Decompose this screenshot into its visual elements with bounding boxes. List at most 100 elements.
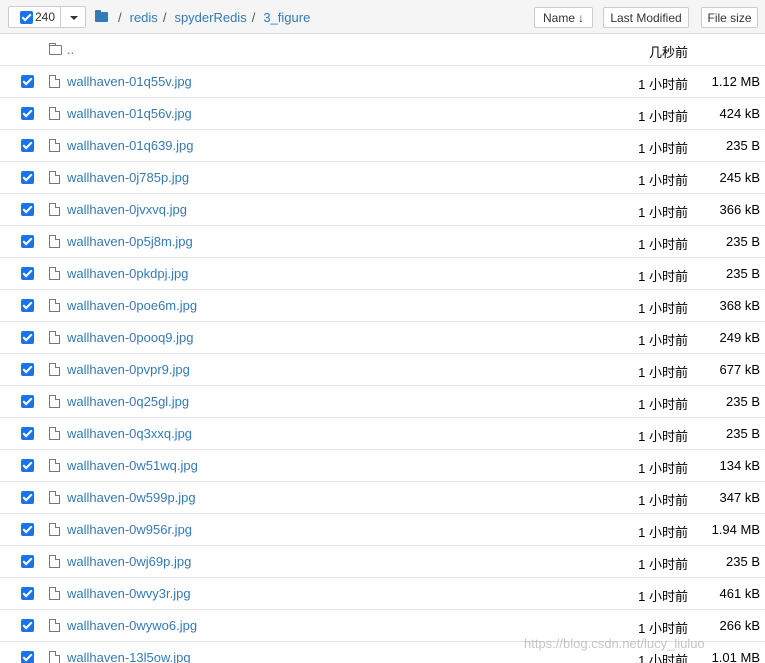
file-name-link[interactable]: wallhaven-0p5j8m.jpg bbox=[67, 234, 193, 249]
breadcrumb-separator: / bbox=[118, 9, 122, 25]
file-size: 235 B bbox=[726, 554, 760, 569]
file-row[interactable]: wallhaven-0j785p.jpg 1 小时前 245 kB bbox=[0, 162, 765, 194]
modified-time: 1 小时前 bbox=[638, 557, 688, 572]
modified-time: 1 小时前 bbox=[638, 141, 688, 156]
file-name-link[interactable]: wallhaven-0pkdpj.jpg bbox=[67, 266, 188, 281]
row-checkbox[interactable] bbox=[21, 139, 34, 152]
file-row[interactable]: wallhaven-0wywo6.jpg 1 小时前 266 kB bbox=[0, 610, 765, 642]
row-checkbox[interactable] bbox=[21, 555, 34, 568]
file-size: 424 kB bbox=[719, 106, 760, 121]
breadcrumb-separator: / bbox=[251, 9, 256, 25]
folder-icon[interactable] bbox=[95, 10, 108, 22]
row-checkbox[interactable] bbox=[21, 587, 34, 600]
row-checkbox[interactable] bbox=[21, 523, 34, 536]
file-icon bbox=[49, 75, 60, 88]
file-icon bbox=[49, 427, 60, 440]
file-row[interactable]: wallhaven-01q56v.jpg 1 小时前 424 kB bbox=[0, 98, 765, 130]
file-row[interactable]: wallhaven-0w51wq.jpg 1 小时前 134 kB bbox=[0, 450, 765, 482]
file-size: 347 kB bbox=[719, 490, 760, 505]
sort-by-name-button[interactable]: Name ↓ bbox=[534, 7, 593, 28]
file-name-link[interactable]: wallhaven-0pvpr9.jpg bbox=[67, 362, 190, 377]
row-checkbox[interactable] bbox=[21, 75, 34, 88]
file-name-link[interactable]: wallhaven-0pooq9.jpg bbox=[67, 330, 193, 345]
row-checkbox[interactable] bbox=[21, 107, 34, 120]
file-size: 134 kB bbox=[719, 458, 760, 473]
file-row[interactable]: wallhaven-0q25gl.jpg 1 小时前 235 B bbox=[0, 386, 765, 418]
row-checkbox[interactable] bbox=[21, 331, 34, 344]
file-icon bbox=[49, 491, 60, 504]
row-checkbox[interactable] bbox=[21, 427, 34, 440]
file-name-link[interactable]: wallhaven-01q55v.jpg bbox=[67, 74, 192, 89]
row-checkbox[interactable] bbox=[21, 651, 34, 663]
file-row[interactable]: wallhaven-0pvpr9.jpg 1 小时前 677 kB bbox=[0, 354, 765, 386]
file-icon bbox=[49, 587, 60, 600]
modified-time: 1 小时前 bbox=[638, 397, 688, 412]
file-name-link[interactable]: wallhaven-0w599p.jpg bbox=[67, 490, 196, 505]
file-row[interactable]: wallhaven-0wj69p.jpg 1 小时前 235 B bbox=[0, 546, 765, 578]
row-checkbox[interactable] bbox=[21, 363, 34, 376]
select-dropdown-button[interactable] bbox=[61, 6, 86, 28]
file-name-link[interactable]: wallhaven-0jvxvq.jpg bbox=[67, 202, 187, 217]
row-checkbox[interactable] bbox=[21, 267, 34, 280]
updir-row[interactable]: .. 几秒前 bbox=[0, 34, 765, 66]
file-name-link[interactable]: wallhaven-0wvy3r.jpg bbox=[67, 586, 191, 601]
modified-time: 1 小时前 bbox=[638, 621, 688, 636]
file-row[interactable]: wallhaven-01q639.jpg 1 小时前 235 B bbox=[0, 130, 765, 162]
file-row[interactable]: wallhaven-0poe6m.jpg 1 小时前 368 kB bbox=[0, 290, 765, 322]
file-row[interactable]: wallhaven-01q55v.jpg 1 小时前 1.12 MB bbox=[0, 66, 765, 98]
file-size-label: File size bbox=[707, 10, 752, 25]
modified-time: 1 小时前 bbox=[638, 77, 688, 92]
modified-time: 1 小时前 bbox=[638, 301, 688, 316]
row-checkbox[interactable] bbox=[21, 203, 34, 216]
file-row[interactable]: wallhaven-0w956r.jpg 1 小时前 1.94 MB bbox=[0, 514, 765, 546]
file-row[interactable]: wallhaven-0jvxvq.jpg 1 小时前 366 kB bbox=[0, 194, 765, 226]
file-row[interactable]: wallhaven-0wvy3r.jpg 1 小时前 461 kB bbox=[0, 578, 765, 610]
file-name-link[interactable]: wallhaven-13l5ow.jpg bbox=[67, 650, 191, 663]
file-icon bbox=[49, 363, 60, 376]
file-icon bbox=[49, 459, 60, 472]
file-row[interactable]: wallhaven-0pkdpj.jpg 1 小时前 235 B bbox=[0, 258, 765, 290]
sort-by-last-modified-button[interactable]: Last Modified bbox=[603, 7, 689, 28]
file-size: 677 kB bbox=[719, 362, 760, 377]
parent-directory-link[interactable]: .. bbox=[67, 42, 74, 57]
modified-time: 1 小时前 bbox=[638, 525, 688, 540]
file-row[interactable]: wallhaven-0pooq9.jpg 1 小时前 249 kB bbox=[0, 322, 765, 354]
sort-name-label: Name bbox=[542, 10, 575, 25]
modified-time: 1 小时前 bbox=[638, 333, 688, 348]
file-name-link[interactable]: wallhaven-0w51wq.jpg bbox=[67, 458, 198, 473]
row-checkbox[interactable] bbox=[21, 619, 34, 632]
breadcrumb-item-redis[interactable]: redis bbox=[130, 10, 158, 25]
file-list-header: 240 / redis / spyderRedis / 3_figure Nam… bbox=[0, 0, 765, 34]
modified-time: 几秒前 bbox=[648, 45, 688, 60]
selected-count: 240 bbox=[35, 10, 56, 24]
row-checkbox[interactable] bbox=[21, 171, 34, 184]
row-checkbox[interactable] bbox=[21, 459, 34, 472]
breadcrumb-item-3-figure[interactable]: 3_figure bbox=[263, 10, 310, 25]
file-size: 249 kB bbox=[719, 330, 760, 345]
select-all-button[interactable]: 240 bbox=[8, 6, 61, 28]
file-row[interactable]: wallhaven-0w599p.jpg 1 小时前 347 kB bbox=[0, 482, 765, 514]
select-all-checkbox[interactable] bbox=[20, 10, 33, 24]
sort-by-file-size-button[interactable]: File size bbox=[701, 7, 758, 28]
file-name-link[interactable]: wallhaven-01q56v.jpg bbox=[67, 106, 192, 121]
file-row[interactable]: wallhaven-0q3xxq.jpg 1 小时前 235 B bbox=[0, 418, 765, 450]
file-name-link[interactable]: wallhaven-0j785p.jpg bbox=[67, 170, 189, 185]
file-name-link[interactable]: wallhaven-0wywo6.jpg bbox=[67, 618, 197, 633]
file-name-link[interactable]: wallhaven-0poe6m.jpg bbox=[67, 298, 197, 313]
file-name-link[interactable]: wallhaven-0q25gl.jpg bbox=[67, 394, 189, 409]
row-checkbox[interactable] bbox=[21, 299, 34, 312]
file-size: 235 B bbox=[726, 426, 760, 441]
file-name-link[interactable]: wallhaven-0wj69p.jpg bbox=[67, 554, 191, 569]
file-row[interactable]: wallhaven-0p5j8m.jpg 1 小时前 235 B bbox=[0, 226, 765, 258]
file-name-link[interactable]: wallhaven-01q639.jpg bbox=[67, 138, 193, 153]
row-checkbox[interactable] bbox=[21, 235, 34, 248]
file-name-link[interactable]: wallhaven-0q3xxq.jpg bbox=[67, 426, 192, 441]
file-row[interactable]: wallhaven-13l5ow.jpg 1 小时前 1.01 MB bbox=[0, 642, 765, 663]
file-name-link[interactable]: wallhaven-0w956r.jpg bbox=[67, 522, 192, 537]
file-icon bbox=[49, 299, 60, 312]
row-checkbox[interactable] bbox=[21, 491, 34, 504]
file-size: 1.01 MB bbox=[711, 650, 760, 663]
row-checkbox[interactable] bbox=[21, 395, 34, 408]
file-size: 245 kB bbox=[719, 170, 760, 185]
breadcrumb-item-spyderredis[interactable]: spyderRedis bbox=[174, 10, 246, 25]
